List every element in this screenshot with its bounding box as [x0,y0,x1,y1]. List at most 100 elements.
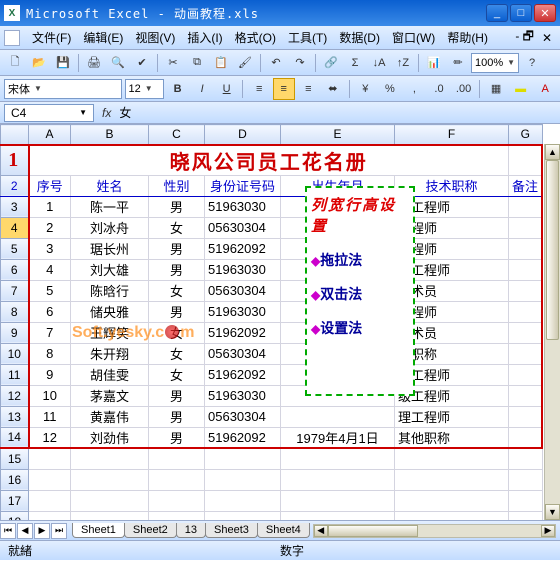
cell[interactable]: 女 [149,343,205,364]
cell[interactable] [509,385,543,406]
cell[interactable]: 12 [29,427,71,448]
cell[interactable]: 陈一平 [71,196,149,217]
cell[interactable] [509,511,543,520]
italic-button[interactable]: I [191,78,213,100]
row-head[interactable]: 17 [1,490,29,511]
cell[interactable]: 朱开翔 [71,343,149,364]
cell[interactable]: 51963030 [205,385,281,406]
save-button[interactable]: 💾 [52,52,74,74]
sheet-tab[interactable]: 13 [176,523,206,538]
row-head[interactable]: 8 [1,301,29,322]
cell[interactable] [509,322,543,343]
row-head[interactable]: 5 [1,238,29,259]
cell[interactable]: 男 [149,301,205,322]
fx-label[interactable]: fx [98,106,115,120]
col-head[interactable]: C [149,125,205,145]
cell[interactable]: 女 [149,364,205,385]
row-head[interactable]: 4 [1,217,29,238]
cell[interactable] [205,448,281,469]
cell[interactable]: 女 [149,280,205,301]
cell[interactable] [205,490,281,511]
chart-button[interactable]: 📊 [423,52,445,74]
cell[interactable]: 储央雅 [71,301,149,322]
bold-button[interactable]: B [167,78,189,100]
row-head[interactable]: 15 [1,448,29,469]
row-head[interactable]: 3 [1,196,29,217]
h-thumb[interactable] [328,525,418,537]
cell[interactable]: 4 [29,259,71,280]
cell[interactable] [205,469,281,490]
zoom-combo[interactable]: 100%▼ [471,53,519,73]
menu-data[interactable]: 数据(D) [333,27,386,48]
cell[interactable] [29,490,71,511]
cell[interactable] [29,511,71,520]
cell[interactable]: 51963030 [205,259,281,280]
cell[interactable] [395,448,509,469]
scroll-thumb[interactable] [546,160,559,340]
link-button[interactable]: 🔗 [320,52,342,74]
copy-button[interactable]: ⧉ [186,52,208,74]
close-button[interactable]: ✕ [534,4,556,22]
font-color-button[interactable]: A [534,78,556,100]
align-center-button[interactable]: ≡ [273,78,295,100]
cell[interactable]: 5 [29,280,71,301]
row-head[interactable]: 16 [1,469,29,490]
cell[interactable] [149,490,205,511]
cell[interactable] [29,469,71,490]
cell[interactable]: 51963030 [205,301,281,322]
row-head[interactable]: 13 [1,406,29,427]
minimize-button[interactable]: _ [486,4,508,22]
cell[interactable]: 9 [29,364,71,385]
col-head[interactable] [1,125,29,145]
underline-button[interactable]: U [216,78,238,100]
merge-button[interactable]: ⬌ [322,78,344,100]
cell[interactable] [71,469,149,490]
cell[interactable] [71,511,149,520]
worksheet-grid[interactable]: ABCDEFG1晓风公司员工花名册2序号姓名性别身份证号码出生年月技术职称备注3… [0,124,560,520]
cell[interactable]: 51963030 [205,196,281,217]
dec-decimal-button[interactable]: .00 [453,78,475,100]
print-button[interactable]: 🖨 [83,52,105,74]
cell[interactable]: 2 [29,217,71,238]
comma-button[interactable]: , [404,78,426,100]
cell[interactable] [509,196,543,217]
row-head[interactable]: 18 [1,511,29,520]
cell[interactable]: 其他职称 [395,427,509,448]
cell[interactable]: 1979年4月1日 [281,427,395,448]
cell[interactable] [395,511,509,520]
sort-desc-button[interactable]: ↑Z [392,52,414,74]
cell[interactable] [509,364,543,385]
cell[interactable] [395,490,509,511]
cell[interactable]: 男 [149,385,205,406]
cell[interactable] [281,490,395,511]
cell[interactable] [149,469,205,490]
cell[interactable]: 王辉笑 [71,322,149,343]
cell[interactable]: 10 [29,385,71,406]
scroll-down[interactable]: ▼ [545,504,560,520]
formula-value[interactable]: 女 [115,104,131,121]
scroll-up[interactable]: ▲ [545,144,560,160]
align-right-button[interactable]: ≡ [298,78,320,100]
menu-view[interactable]: 视图(V) [129,27,181,48]
col-head[interactable]: A [29,125,71,145]
preview-button[interactable]: 🔍 [107,52,129,74]
col-head[interactable]: D [205,125,281,145]
menu-file[interactable]: 文件(F) [26,27,77,48]
inc-decimal-button[interactable]: .0 [428,78,450,100]
cell[interactable] [149,448,205,469]
row-head[interactable]: 12 [1,385,29,406]
redo-button[interactable]: ↷ [289,52,311,74]
sheet-tab[interactable]: Sheet1 [72,523,125,538]
menu-window[interactable]: 窗口(W) [386,27,441,48]
mdi-close[interactable]: ✕ [538,31,556,45]
cell[interactable] [509,490,543,511]
cell[interactable]: 1 [29,196,71,217]
col-head[interactable]: B [71,125,149,145]
currency-button[interactable]: ¥ [355,78,377,100]
cell[interactable]: 理工程师 [395,406,509,427]
fmt-painter-button[interactable]: 🖌 [234,52,256,74]
cell[interactable]: 05630304 [205,343,281,364]
cell[interactable] [509,259,543,280]
font-combo[interactable]: 宋体▼ [4,79,122,99]
cell[interactable] [509,301,543,322]
